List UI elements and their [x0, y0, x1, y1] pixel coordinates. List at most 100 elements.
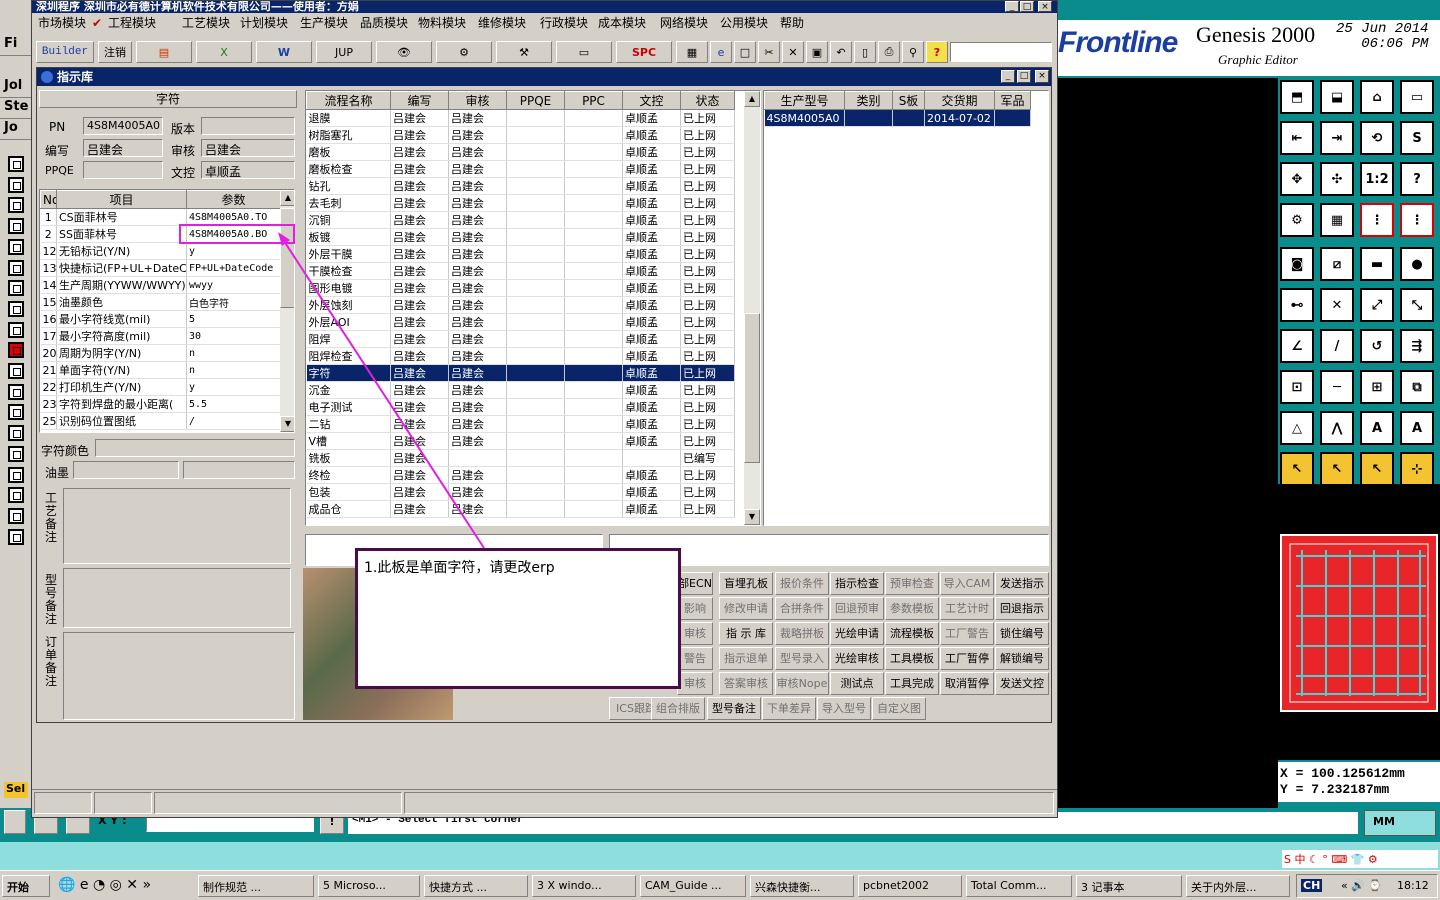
action-button[interactable]: 光绘申请	[830, 622, 884, 645]
taskbar-item[interactable]: Total Comm...	[966, 875, 1072, 897]
flow-header[interactable]: 文控	[622, 91, 681, 110]
tools-icon[interactable]: ⚒	[496, 41, 552, 63]
genesis-tool-icon[interactable]: 1:2	[1360, 162, 1394, 196]
param-row[interactable]: 13 快捷标记(FP+UL+DateCo FP+UL+DateCode	[40, 259, 281, 277]
scroll-thumb[interactable]	[280, 208, 294, 308]
action-button[interactable]: 解锁编号	[995, 647, 1049, 670]
version-field[interactable]	[201, 117, 295, 135]
menu-item[interactable]: 帮助	[780, 13, 804, 33]
calc-icon[interactable]: ▦	[676, 41, 708, 63]
scroll-up-icon[interactable]: ▲	[280, 190, 294, 206]
genesis-command-line[interactable]: S 中 ☾ ° ⌨ 👕 ⚙	[0, 842, 1440, 870]
flow-row[interactable]: 沉金 吕建会 吕建会 卓顺孟 已上网	[306, 381, 735, 399]
genesis-tool-icon[interactable]: ⬒	[1280, 80, 1314, 114]
action-button[interactable]: 指 示 库	[719, 622, 773, 645]
cut-icon[interactable]: ✂	[758, 41, 780, 63]
erp-close-button[interactable]: ×	[1038, 1, 1052, 12]
layer-toggle-icon[interactable]	[8, 363, 24, 379]
genesis-tool-icon[interactable]: ✕	[1320, 288, 1354, 322]
flow-row[interactable]: 磨板 吕建会 吕建会 卓顺孟 已上网	[306, 143, 735, 161]
flow-row[interactable]: 外层AOI 吕建会 吕建会 卓顺孟 已上网	[306, 313, 735, 331]
layer-toggle-icon[interactable]	[8, 507, 24, 524]
genesis-tool-icon[interactable]: ⊡	[1280, 370, 1314, 404]
model-header[interactable]: 类别	[844, 91, 893, 110]
undo-icon[interactable]: ↶	[830, 41, 852, 63]
model-row[interactable]: 4S8M4005A0 2014-07-02	[764, 109, 1031, 127]
jup-button[interactable]: JUP	[316, 41, 372, 63]
action-button[interactable]: 组合排版	[651, 697, 705, 720]
genesis-tool-icon[interactable]: ⤡	[1400, 288, 1434, 322]
flow-header[interactable]: 编写	[390, 91, 449, 110]
action-button[interactable]: 合拼条件	[775, 597, 829, 620]
menu-item[interactable]: 工程模块	[108, 13, 156, 33]
genesis-canvas[interactable]	[1058, 78, 1278, 808]
param-row[interactable]: 21 单面字符(Y/N) n	[40, 361, 281, 379]
param-row[interactable]: 16 最小字符线宽(mil) 5	[40, 310, 281, 328]
ppqe-field[interactable]	[83, 161, 163, 179]
taskbar-item[interactable]: 兴森快捷衡...	[750, 875, 854, 897]
flow-row[interactable]: 钻孔 吕建会 吕建会 卓顺孟 已上网	[306, 177, 735, 195]
taskbar-item[interactable]: 关于内外层...	[1186, 875, 1290, 897]
flow-row[interactable]: 干膜检查 吕建会 吕建会 卓顺孟 已上网	[306, 262, 735, 280]
quicklaunch-icons[interactable]: 🌐 e ◔ ◎ ✕ »	[58, 877, 151, 893]
menu-item[interactable]: 品质模块	[360, 13, 408, 33]
erp-maximize-button[interactable]: □	[1020, 1, 1034, 12]
layer-toggle-icon[interactable]	[8, 487, 24, 504]
action-button[interactable]: 取消暂停	[940, 672, 994, 695]
action-button[interactable]: 预审检查	[885, 572, 939, 595]
menu-item[interactable]: 生产模块	[300, 13, 348, 33]
layer-toggle-icon[interactable]	[8, 259, 24, 276]
genesis-tool-icon[interactable]: ⇤	[1280, 121, 1314, 155]
flow-row[interactable]: 退膜 吕建会 吕建会 卓顺孟 已上网	[306, 109, 735, 127]
action-button[interactable]: 测试点	[830, 672, 884, 695]
review-field[interactable]: 吕建会	[201, 139, 295, 157]
pn-field[interactable]: 4S8M4005A0	[83, 117, 163, 135]
flow-row[interactable]: 沉铜 吕建会 吕建会 卓顺孟 已上网	[306, 211, 735, 229]
action-button[interactable]: 裁略拼板	[775, 622, 829, 645]
action-button[interactable]: 回退预审	[830, 597, 884, 620]
craft-note-field[interactable]	[63, 488, 291, 564]
action-button[interactable]: 指示检查	[830, 572, 884, 595]
action-button[interactable]: 审核Nope	[775, 672, 829, 695]
ime-toolbar[interactable]: S 中 ☾ ° ⌨ 👕 ⚙	[1282, 850, 1438, 868]
genesis-tool-icon[interactable]: ↖	[1360, 452, 1394, 486]
tray-icons[interactable]: « 🔊 ⌚	[1341, 879, 1382, 892]
genesis-tool-icon[interactable]: ⧉	[1400, 370, 1434, 404]
sel-tab[interactable]: Sel	[4, 782, 28, 798]
flow-scrollbar[interactable]: ▲ ▼	[744, 91, 760, 525]
menu-item[interactable]: 公用模块	[720, 13, 768, 33]
genesis-tool-icon[interactable]: ─	[1320, 370, 1354, 404]
param-row[interactable]: 1 CS面菲林号 4S8M4005A0.TO	[40, 208, 281, 226]
doc-field[interactable]: 卓顺孟	[201, 161, 295, 179]
child-maximize-button[interactable]: □	[1017, 70, 1031, 83]
genesis-tool-icon[interactable]: ⬓	[1320, 80, 1354, 114]
toolbar-combo[interactable]	[950, 42, 1052, 62]
flow-row[interactable]: 终检 吕建会 吕建会 卓顺孟 已上网	[306, 466, 735, 484]
genesis-tool-icon[interactable]: ⧄	[1320, 247, 1354, 281]
excel-icon[interactable]: X	[196, 41, 252, 63]
menu-item[interactable]: 计划模块	[240, 13, 288, 33]
layer-toggle-icon[interactable]	[8, 238, 24, 255]
action-button[interactable]: 导入CAM	[940, 572, 994, 595]
flow-header[interactable]: PPQE	[506, 91, 565, 110]
genesis-tool-icon[interactable]: ✣	[1320, 162, 1354, 196]
flow-row[interactable]: 电子测试 吕建会 吕建会 卓顺孟 已上网	[306, 398, 735, 416]
action-button[interactable]: 发送文控	[995, 672, 1049, 695]
action-button[interactable]: 型号备注	[707, 697, 761, 720]
ink-field-2[interactable]	[183, 461, 295, 479]
print-icon[interactable]: ⎙	[878, 41, 900, 63]
action-button[interactable]: 工厂警告	[940, 622, 994, 645]
taskbar-item[interactable]: 3 记事本	[1076, 875, 1182, 897]
flow-row[interactable]: 去毛刺 吕建会 吕建会 卓顺孟 已上网	[306, 194, 735, 212]
flow-row[interactable]: 阻焊检查 吕建会 吕建会 卓顺孟 已上网	[306, 347, 735, 365]
ie-icon[interactable]: e	[710, 41, 732, 63]
genesis-tool-icon[interactable]: ⊷	[1280, 288, 1314, 322]
param-header[interactable]: No	[40, 190, 57, 209]
action-button[interactable]: 盲埋孔板	[719, 572, 773, 595]
action-button[interactable]: 回退指示	[995, 597, 1049, 620]
eye-icon[interactable]: 👁	[376, 41, 432, 63]
save-icon[interactable]: ▣	[806, 41, 828, 63]
builder-button[interactable]: Builder	[36, 41, 94, 63]
genesis-tool-icon[interactable]: ⚙	[1280, 203, 1314, 237]
action-button[interactable]: 指示退单	[719, 647, 773, 670]
